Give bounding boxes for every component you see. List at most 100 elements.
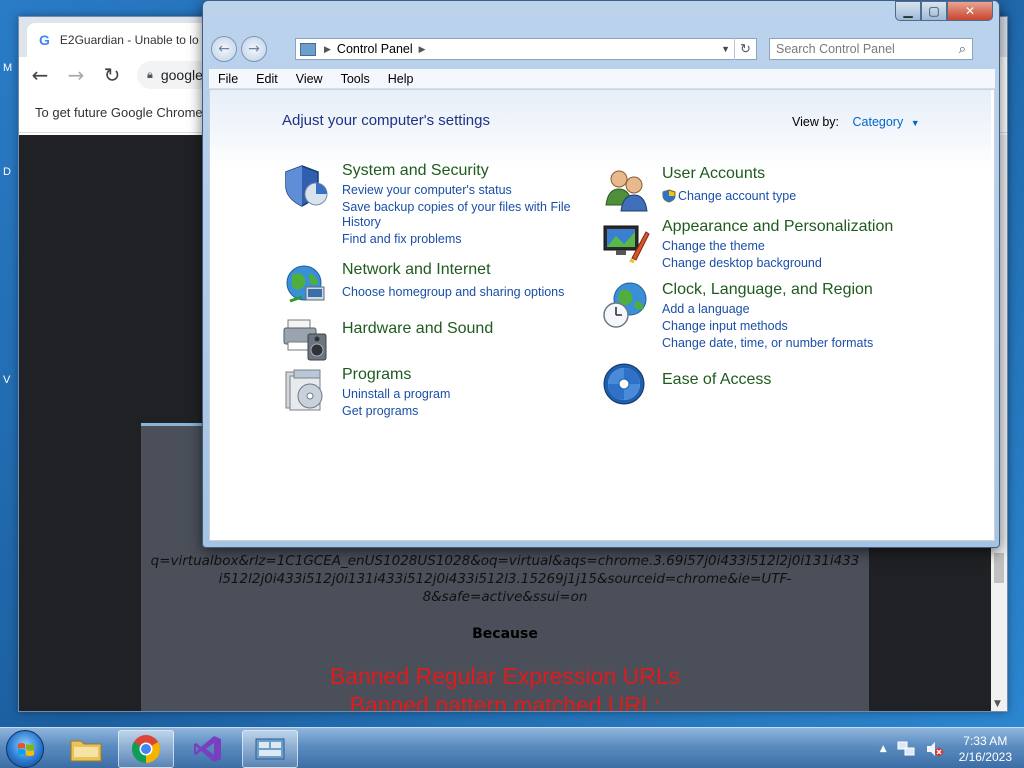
chevron-down-icon[interactable]: ▼	[721, 44, 730, 54]
refresh-icon[interactable]: ↻	[734, 38, 756, 60]
explorer-folder-icon	[70, 740, 102, 762]
minimize-button[interactable]: ▁	[895, 1, 921, 21]
taskbar-explorer[interactable]	[58, 730, 114, 768]
menu-help[interactable]: Help	[379, 72, 423, 86]
category-title[interactable]: Ease of Access	[662, 371, 771, 389]
category-user-accounts: User Accounts Change account type	[602, 165, 902, 215]
ease-of-access-icon	[603, 363, 645, 405]
windows-logo-icon	[18, 743, 34, 756]
link-add-language[interactable]: Add a language	[662, 302, 750, 316]
chrome-icon	[132, 735, 160, 763]
chevron-down-icon[interactable]: ▼	[911, 118, 920, 128]
link-backup-files-cont[interactable]: History	[342, 215, 381, 229]
menu-view[interactable]: View	[287, 72, 332, 86]
back-arrow-icon[interactable]: ←	[29, 63, 51, 87]
control-panel-content: Adjust your computer's settings View by:…	[209, 89, 995, 541]
forward-button[interactable]: →	[241, 36, 267, 62]
link-change-account-type[interactable]: Change account type	[678, 189, 796, 203]
maximize-button[interactable]: ▢	[921, 1, 947, 21]
taskbar-visual-studio[interactable]	[180, 730, 236, 768]
taskbar-control-panel[interactable]	[242, 730, 298, 768]
users-icon	[605, 170, 648, 212]
control-panel-icon	[255, 738, 285, 760]
menu-file[interactable]: File	[209, 72, 247, 86]
globe-network-icon	[286, 265, 325, 303]
lock-icon: 🔒︎	[147, 68, 153, 81]
category-system-security: System and Security Review your computer…	[282, 162, 582, 246]
category-ease-of-access: Ease of Access	[602, 360, 902, 410]
category-title[interactable]: Network and Internet	[342, 261, 491, 279]
search-icon[interactable]: ⌕	[959, 41, 966, 57]
menu-tools[interactable]: Tools	[332, 72, 379, 86]
desktop-icon-label[interactable]: D	[3, 166, 11, 178]
menu-edit[interactable]: Edit	[247, 72, 287, 86]
volume-muted-icon[interactable]	[925, 741, 943, 757]
category-title[interactable]: Appearance and Personalization	[662, 218, 893, 236]
forward-arrow-icon[interactable]: →	[65, 63, 87, 87]
category-appearance: Appearance and Personalization Change th…	[602, 218, 922, 278]
scrollbar-thumb[interactable]	[994, 553, 1004, 583]
breadcrumb-arrow-icon[interactable]: ▶	[324, 44, 331, 55]
show-hidden-icons-icon[interactable]: ▲	[880, 744, 887, 754]
network-icon[interactable]	[897, 741, 915, 757]
taskbar-chrome[interactable]	[118, 730, 174, 768]
monitor-brush-icon	[603, 225, 650, 264]
shield-icon	[285, 165, 328, 207]
category-title[interactable]: Clock, Language, and Region	[662, 281, 873, 299]
view-by-dropdown[interactable]: Category	[853, 115, 904, 129]
google-icon: G	[39, 32, 50, 48]
chrome-tab[interactable]: G E2Guardian - Unable to lo	[27, 23, 227, 57]
category-title[interactable]: Programs	[342, 366, 411, 384]
link-get-programs[interactable]: Get programs	[342, 404, 418, 418]
start-button[interactable]	[6, 730, 44, 768]
reload-icon[interactable]: ↻	[101, 63, 123, 87]
clock[interactable]: 7:33 AM 2/16/2023	[959, 733, 1012, 765]
uac-shield-icon	[662, 189, 676, 203]
category-hardware-sound: Hardware and Sound	[282, 314, 582, 364]
blocked-url-line: i512l2j0i433i512j0i131i433i512j0i433i512…	[218, 571, 792, 587]
back-button[interactable]: ←	[211, 36, 237, 62]
link-uninstall[interactable]: Uninstall a program	[342, 387, 450, 401]
view-by-label: View by:	[792, 115, 840, 129]
category-programs: Programs Uninstall a program Get program…	[282, 366, 582, 426]
category-title[interactable]: Hardware and Sound	[342, 320, 493, 338]
block-reason-line: Banned pattern matched URL:	[349, 692, 661, 712]
blocked-url-line: q=virtualbox&rlz=1C1GCEA_enUS1028US1028&…	[150, 553, 860, 569]
breadcrumb-control-panel[interactable]: Control Panel	[337, 42, 413, 56]
page-title: Adjust your computer's settings	[282, 112, 490, 129]
category-clock-language-region: Clock, Language, and Region Add a langua…	[602, 281, 922, 351]
clock-date: 2/16/2023	[958, 749, 1012, 764]
info-bar-text: To get future Google Chrome	[35, 105, 203, 120]
link-change-background[interactable]: Change desktop background	[662, 256, 822, 270]
control-panel-icon	[300, 42, 316, 56]
clock-globe-icon	[603, 282, 647, 328]
search-placeholder: Search Control Panel	[776, 42, 895, 56]
close-button[interactable]: ✕	[947, 1, 993, 21]
link-backup-files[interactable]: Save backup copies of your files with Fi…	[342, 200, 571, 214]
link-review-status[interactable]: Review your computer's status	[342, 183, 512, 197]
menu-bar: File Edit View Tools Help	[209, 69, 995, 89]
link-date-time-formats[interactable]: Change date, time, or number formats	[662, 336, 873, 350]
category-title[interactable]: System and Security	[342, 162, 489, 180]
back-arrow-icon: ←	[218, 41, 230, 57]
category-network-internet: Network and Internet Choose homegroup an…	[282, 261, 582, 311]
link-input-methods[interactable]: Change input methods	[662, 319, 788, 333]
visual-studio-icon	[194, 736, 221, 762]
search-input[interactable]: Search Control Panel ⌕	[769, 38, 973, 60]
block-reason-line: Banned Regular Expression URLs	[329, 663, 681, 689]
clock-time: 7:33 AM	[963, 733, 1008, 748]
scroll-down-icon[interactable]: ▼	[994, 699, 1001, 709]
window-controls: ▁ ▢ ✕	[895, 1, 993, 21]
system-tray: ▲ 7:33 AM 2/16/2023	[880, 728, 1012, 768]
content-scroll-edge	[991, 90, 994, 540]
desktop-icon-label[interactable]: V	[3, 374, 10, 386]
breadcrumb-arrow-icon[interactable]: ▶	[419, 44, 426, 55]
desktop-icon-label[interactable]: M	[3, 62, 12, 74]
address-bar[interactable]: ▶ Control Panel ▶ ▼ ↻	[295, 38, 757, 60]
programs-disc-icon	[285, 369, 323, 411]
taskbar: ▲ 7:33 AM 2/16/2023	[0, 727, 1024, 768]
link-change-theme[interactable]: Change the theme	[662, 239, 765, 253]
link-homegroup[interactable]: Choose homegroup and sharing options	[342, 285, 564, 299]
category-title[interactable]: User Accounts	[662, 165, 765, 183]
link-find-fix[interactable]: Find and fix problems	[342, 232, 462, 246]
